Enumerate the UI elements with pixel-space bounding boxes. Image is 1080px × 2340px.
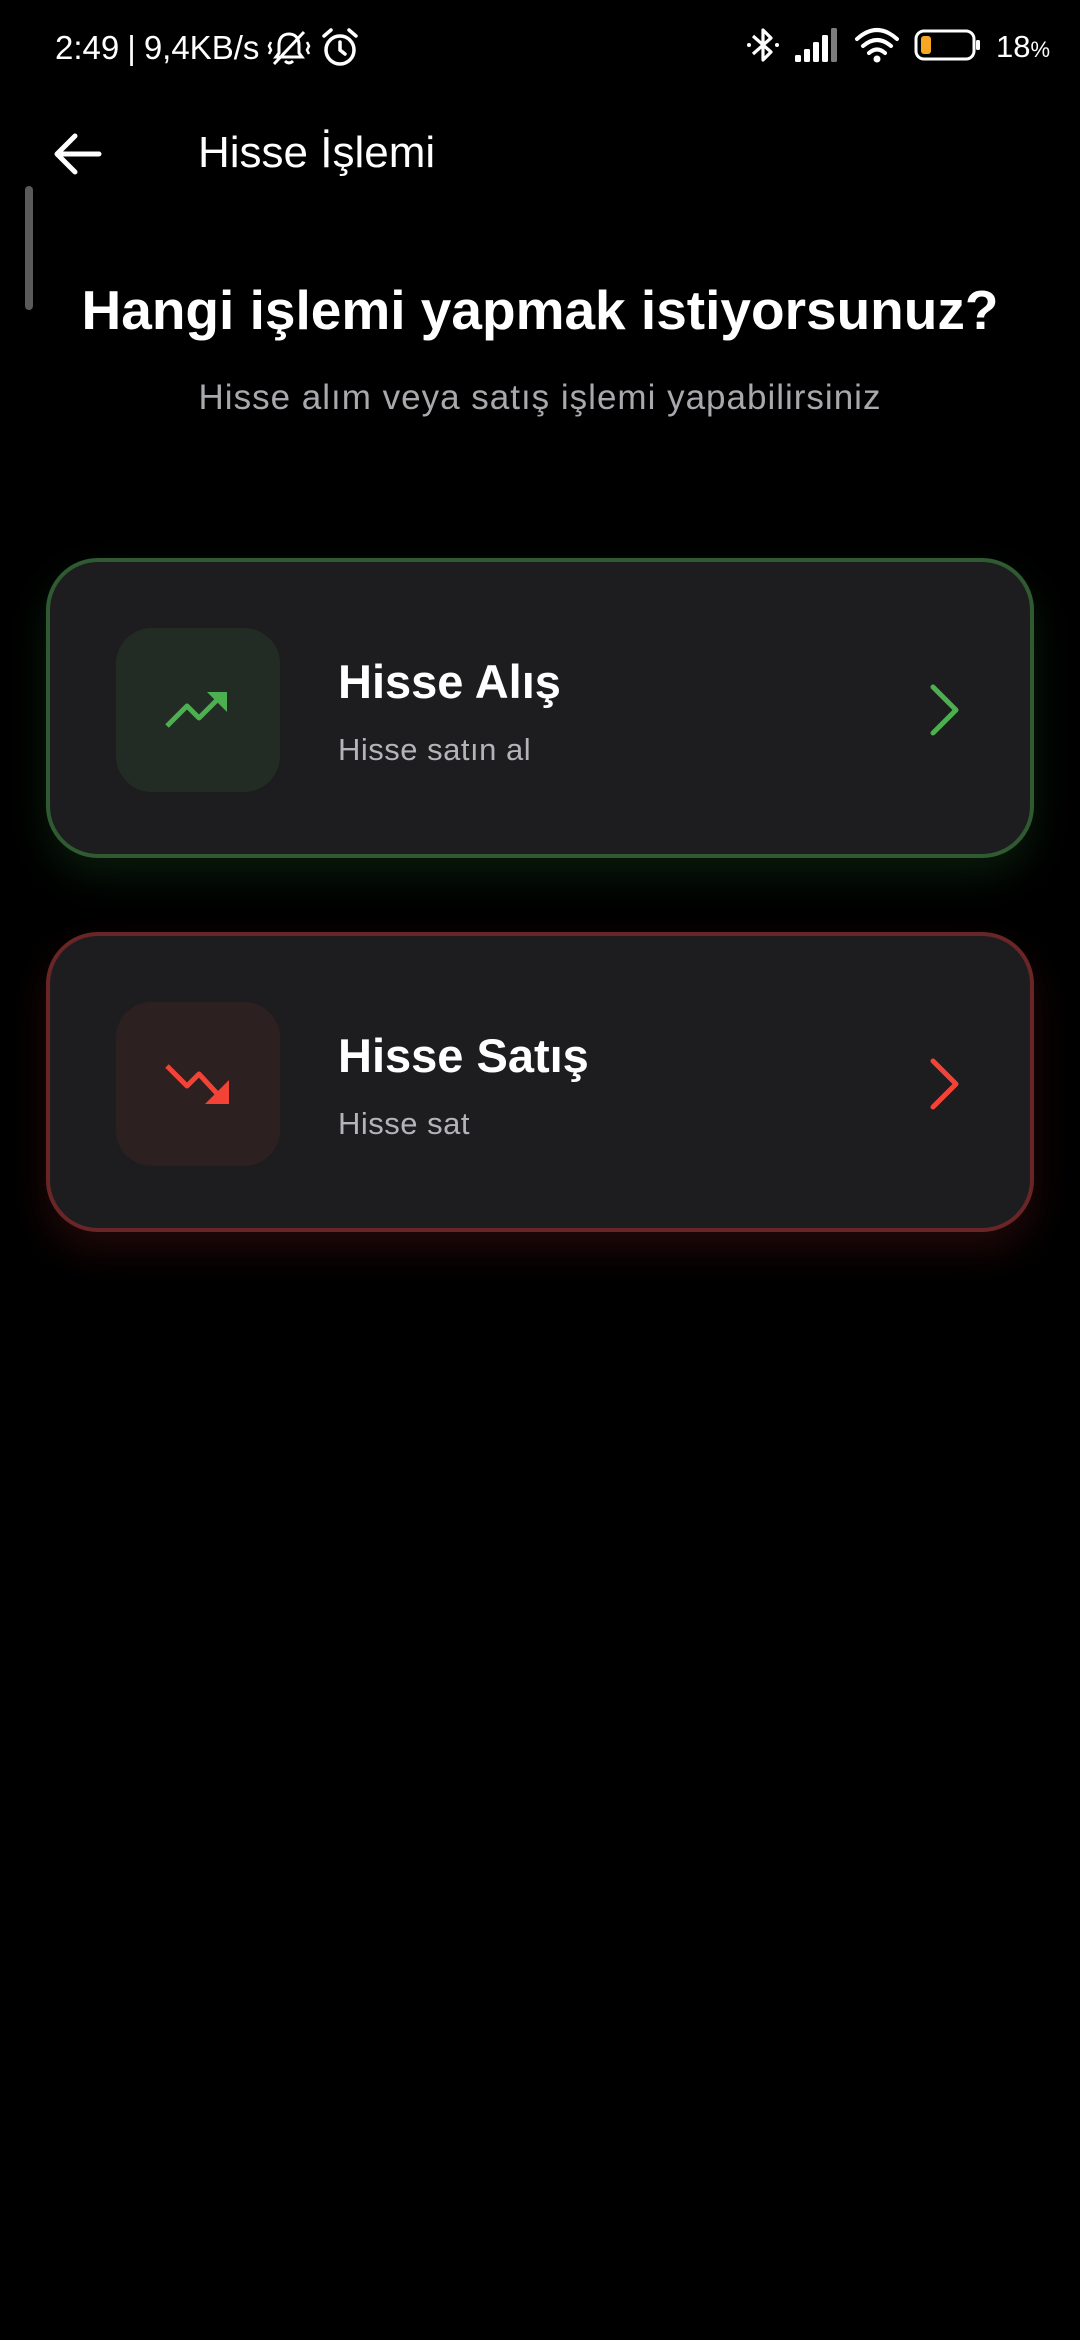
chevron-right-icon: [924, 1054, 964, 1114]
buy-title: Hisse Alış: [338, 655, 561, 708]
battery-fill: [920, 35, 931, 54]
vibrate-mute-icon: [267, 28, 311, 68]
wifi-icon: [854, 27, 900, 68]
buy-icon-box: [116, 628, 280, 792]
battery-unit: %: [1030, 37, 1050, 62]
trending-down-icon: [165, 1064, 229, 1104]
arrow-left-icon: [54, 133, 102, 175]
sell-subtitle: Hisse sat: [338, 1106, 470, 1141]
status-right: 18%: [746, 24, 1050, 70]
status-left: 2:49 | 9,4KB/s: [55, 26, 361, 70]
sell-stock-card[interactable]: Hisse Satış Hisse sat: [46, 932, 1034, 1232]
sell-title: Hisse Satış: [338, 1029, 589, 1082]
app-bar: Hisse İşlemi: [0, 110, 1080, 196]
back-button[interactable]: [48, 124, 108, 184]
battery-value: 18: [995, 29, 1031, 64]
alarm-icon: [319, 27, 361, 69]
network-speed: 9,4KB/s: [143, 29, 260, 66]
chevron-right-icon: [924, 680, 964, 740]
bluetooth-icon: [746, 24, 780, 71]
battery-icon: [914, 28, 982, 67]
status-time: 2:49: [55, 29, 120, 66]
sell-icon-box: [116, 1002, 280, 1166]
status-bar: 2:49 | 9,4KB/s 18%: [0, 0, 1080, 96]
buy-stock-card[interactable]: Hisse Alış Hisse satın al: [46, 558, 1034, 858]
status-separator: |: [127, 29, 136, 66]
signal-icon: [794, 27, 840, 68]
question-subheading: Hisse alım veya satış işlemi yapabilirsi…: [198, 378, 882, 417]
battery-percentage: 18%: [996, 29, 1050, 65]
question-heading: Hangi işlemi yapmak istiyorsunuz?: [81, 279, 999, 341]
page-title: Hisse İşlemi: [198, 128, 436, 177]
trending-up-icon: [165, 692, 227, 728]
buy-subtitle: Hisse satın al: [338, 732, 532, 767]
